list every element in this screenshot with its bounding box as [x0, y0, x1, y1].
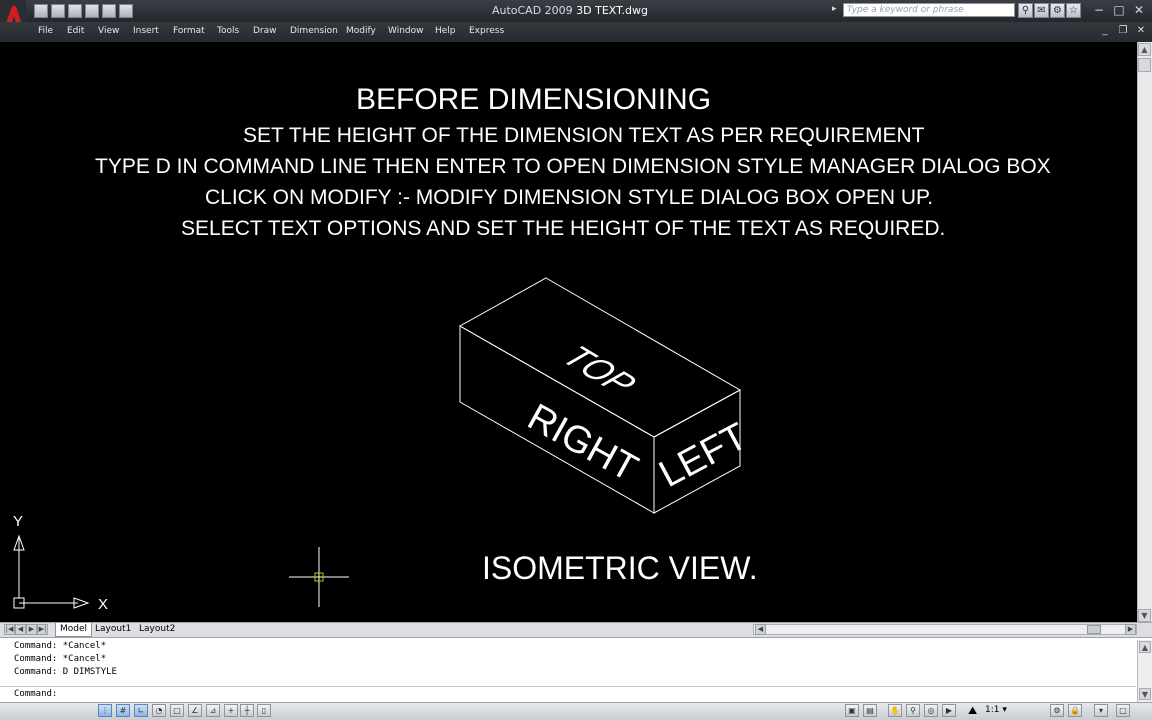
object-snap-tracking-icon[interactable]: ∠	[188, 704, 202, 717]
heading-text: BEFORE DIMENSIONING	[356, 83, 712, 116]
instruction-line-3: CLICK ON MODIFY :- MODIFY DIMENSION STYL…	[205, 186, 934, 209]
print-icon[interactable]	[85, 4, 99, 18]
command-prompt: Command:	[14, 689, 58, 699]
instruction-line-4: SELECT TEXT OPTIONS AND SET THE HEIGHT O…	[181, 217, 946, 240]
menu-format[interactable]: Format	[173, 26, 205, 36]
search-icon[interactable]: ⚲	[1018, 3, 1033, 18]
right-face-label: RIGHT	[521, 396, 645, 490]
crosshair-cursor	[289, 547, 349, 607]
first-tab-icon[interactable]: |◀	[4, 624, 15, 635]
lock-icon[interactable]: 🔒	[1068, 704, 1082, 717]
quick-view-icon[interactable]: ▤	[863, 704, 877, 717]
scroll-right-arrow-icon[interactable]: ▶	[1125, 624, 1136, 635]
menu-express[interactable]: Express	[469, 26, 504, 36]
favorites-star-icon[interactable]: ☆	[1066, 3, 1081, 18]
snap-mode-icon[interactable]: ⋮	[98, 704, 112, 717]
command-history-line: Command: *Cancel*	[14, 654, 107, 664]
ucs-y-label: Y	[13, 513, 23, 530]
object-snap-icon[interactable]: □	[170, 704, 184, 717]
dynamic-ucs-icon[interactable]: ⊿	[206, 704, 220, 717]
top-face-label: TOP	[554, 340, 645, 401]
menu-view[interactable]: View	[98, 26, 119, 36]
command-history-line: Command: *Cancel*	[14, 641, 107, 651]
menu-window[interactable]: Window	[388, 26, 424, 36]
model-space-icon[interactable]: ▣	[845, 704, 859, 717]
scroll-up-arrow-icon[interactable]: ▲	[1138, 43, 1151, 56]
doc-close-button[interactable]: ✕	[1134, 25, 1148, 37]
caption-text: ISOMETRIC VIEW.	[482, 550, 758, 586]
polar-tracking-icon[interactable]: ◔	[152, 704, 166, 717]
cmd-scroll-up-arrow-icon[interactable]: ▲	[1139, 641, 1151, 653]
minimize-button[interactable]: −	[1090, 3, 1108, 18]
redo-icon[interactable]	[119, 4, 133, 18]
menu-modify[interactable]: Modify	[346, 26, 376, 36]
menu-tools[interactable]: Tools	[217, 26, 239, 36]
quick-access-toolbar	[34, 4, 133, 19]
doc-restore-button[interactable]: ❐	[1116, 25, 1130, 37]
menu-draw[interactable]: Draw	[253, 26, 277, 36]
scroll-left-arrow-icon[interactable]: ◀	[755, 624, 766, 635]
quick-properties-icon[interactable]: ▯	[257, 704, 271, 717]
scroll-down-arrow-icon[interactable]: ▼	[1138, 609, 1151, 622]
grid-display-icon[interactable]: #	[116, 704, 130, 717]
search-input[interactable]: Type a keyword or phrase	[843, 3, 1015, 17]
connection-icon[interactable]: ⚙	[1050, 3, 1065, 18]
search-arrow-icon[interactable]: ▸	[832, 4, 837, 14]
ortho-mode-icon[interactable]: ∟	[134, 704, 148, 717]
scroll-thumb[interactable]	[1138, 58, 1151, 72]
menu-dimension[interactable]: Dimension	[290, 26, 338, 36]
left-face-label: LEFT	[653, 415, 755, 496]
pan-icon[interactable]: ✋	[888, 704, 902, 717]
menu-help[interactable]: Help	[435, 26, 456, 36]
close-button[interactable]: ✕	[1130, 3, 1148, 18]
instruction-line-1: SET THE HEIGHT OF THE DIMENSION TEXT AS …	[243, 124, 925, 147]
tab-layout1[interactable]: Layout1	[91, 623, 135, 636]
menu-file[interactable]: File	[38, 26, 53, 36]
clean-screen-icon[interactable]: □	[1116, 704, 1130, 717]
cmd-scroll-down-arrow-icon[interactable]: ▼	[1139, 688, 1151, 700]
open-file-icon[interactable]	[51, 4, 65, 18]
isometric-box: TOP RIGHT LEFT	[458, 277, 755, 514]
undo-icon[interactable]	[102, 4, 116, 18]
command-input[interactable]	[0, 686, 1136, 701]
tab-layout2[interactable]: Layout2	[135, 623, 179, 636]
last-tab-icon[interactable]: ▶|	[37, 624, 48, 635]
ucs-icon: Y X	[13, 513, 108, 613]
lineweight-icon[interactable]: ┼	[240, 704, 254, 717]
annotation-scale-value[interactable]: 1:1 ▾	[985, 705, 1007, 715]
showmotion-icon[interactable]: ▶	[942, 704, 956, 717]
zoom-icon[interactable]: ⚲	[906, 704, 920, 717]
horizontal-scroll-thumb[interactable]	[1087, 625, 1101, 634]
file-name: 3D TEXT.dwg	[576, 4, 649, 17]
communication-center-icon[interactable]: ✉	[1034, 3, 1049, 18]
command-history-line: Command: D DIMSTYLE	[14, 667, 117, 677]
steering-wheel-icon[interactable]: ◎	[924, 704, 938, 717]
annotation-scale-icon[interactable]: ⛰	[968, 704, 977, 718]
instruction-line-2: TYPE D IN COMMAND LINE THEN ENTER TO OPE…	[95, 155, 1051, 178]
vertical-scrollbar[interactable]	[1137, 42, 1152, 623]
ucs-x-label: X	[98, 596, 108, 613]
horizontal-scrollbar[interactable]	[753, 624, 1137, 635]
workspace-switching-icon[interactable]: ⚙	[1050, 704, 1064, 717]
dynamic-input-icon[interactable]: +	[224, 704, 238, 717]
prev-tab-icon[interactable]: ◀	[15, 624, 26, 635]
maximize-button[interactable]: □	[1110, 3, 1128, 18]
doc-minimize-button[interactable]: _	[1098, 25, 1112, 37]
next-tab-icon[interactable]: ▶	[26, 624, 37, 635]
menu-insert[interactable]: Insert	[133, 26, 159, 36]
window-title: AutoCAD 2009 3D TEXT.dwg	[420, 4, 720, 17]
save-icon[interactable]	[68, 4, 82, 18]
new-file-icon[interactable]	[34, 4, 48, 18]
status-tray-settings-icon[interactable]: ▾	[1094, 704, 1108, 717]
menu-edit[interactable]: Edit	[67, 26, 84, 36]
tab-model[interactable]: Model	[55, 623, 93, 637]
app-name: AutoCAD 2009	[491, 4, 573, 17]
